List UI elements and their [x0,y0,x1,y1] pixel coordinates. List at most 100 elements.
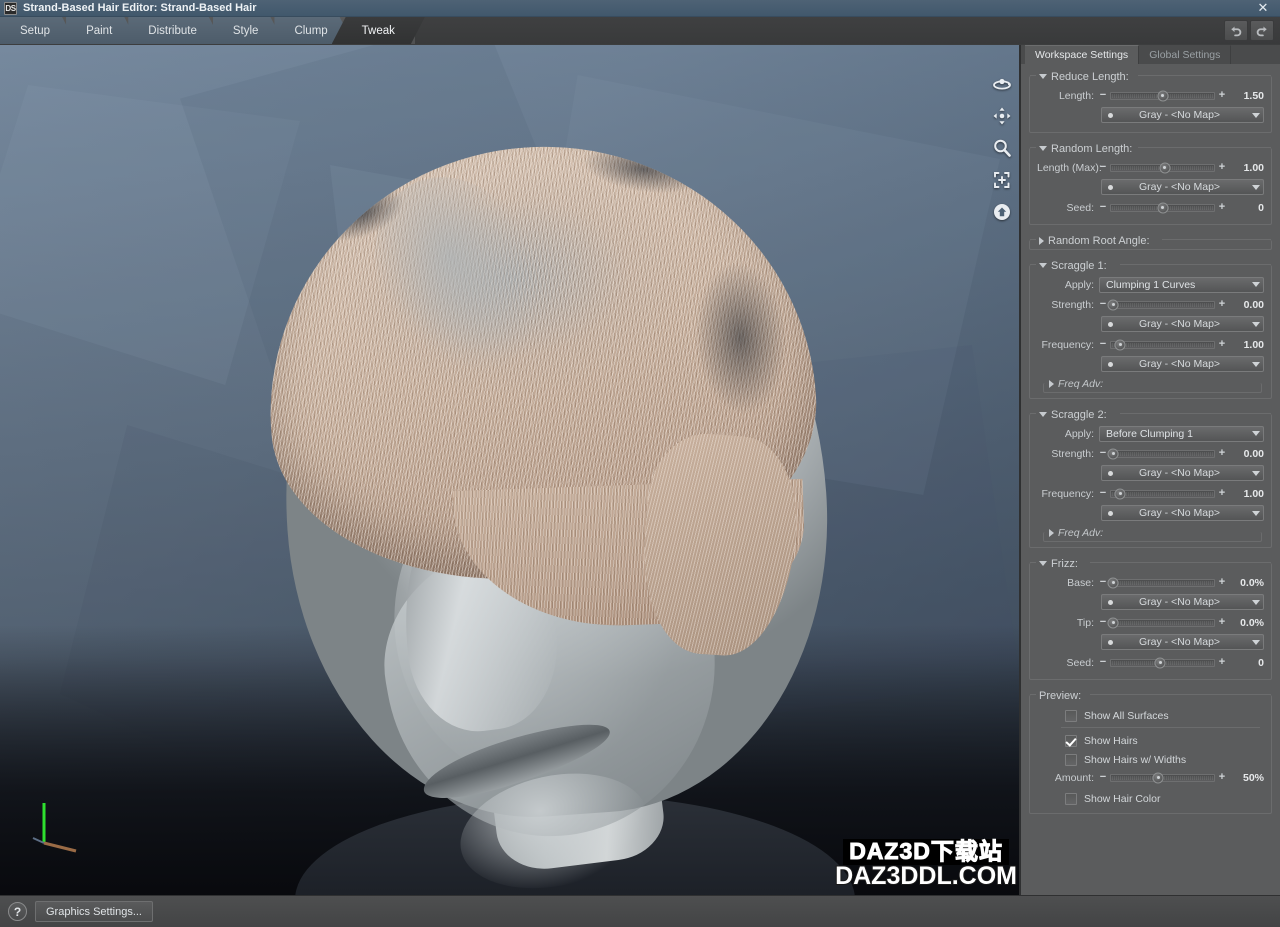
decrement-button[interactable]: − [1099,488,1107,499]
decrement-button[interactable]: − [1099,617,1107,628]
checkbox[interactable] [1065,793,1077,805]
decrement-button[interactable]: − [1099,202,1107,213]
checkbox-row-show-hairs-w-widths[interactable]: Show Hairs w/ Widths [1037,750,1264,769]
slider-knob[interactable] [1153,772,1164,783]
zoom-camera-button[interactable] [991,137,1013,159]
panel-tab-workspace-settings[interactable]: Workspace Settings [1025,45,1139,64]
increment-button[interactable]: + [1218,488,1226,499]
checkbox-row-show-hair-color[interactable]: Show Hair Color [1037,789,1264,808]
slider-knob[interactable] [1157,90,1168,101]
map-selector[interactable]: Gray - <No Map> [1101,594,1264,610]
slider-track[interactable] [1110,450,1215,458]
group-header-random-length[interactable]: Random Length: [1033,141,1268,156]
slider-control[interactable]: −+ [1099,772,1226,783]
slider-control[interactable]: −+ [1099,299,1226,310]
slider-track[interactable] [1110,774,1215,782]
group-header-frizz[interactable]: Frizz: [1033,556,1268,571]
increment-button[interactable]: + [1218,617,1226,628]
slider-knob[interactable] [1115,488,1126,499]
increment-button[interactable]: + [1218,90,1226,101]
slider-control[interactable]: −+ [1099,488,1226,499]
chevron-right-icon[interactable] [1049,529,1054,537]
slider-control[interactable]: −+ [1099,162,1226,173]
slider-control[interactable]: −+ [1099,90,1226,101]
chevron-right-icon[interactable] [1039,237,1044,245]
help-button[interactable]: ? [8,902,27,921]
chevron-right-icon[interactable] [1049,380,1054,388]
slider-control[interactable]: −+ [1099,577,1226,588]
increment-button[interactable]: + [1218,299,1226,310]
slider-track[interactable] [1110,659,1215,667]
decrement-button[interactable]: − [1099,162,1107,173]
group-header-scraggle-2[interactable]: Scraggle 2: [1033,407,1268,422]
slider-control[interactable]: −+ [1099,657,1226,668]
chevron-down-icon[interactable] [1039,74,1047,79]
slider-control[interactable]: −+ [1099,448,1226,459]
redo-button[interactable] [1250,20,1274,41]
slider-value[interactable]: 1.50 [1226,90,1264,102]
apply-dropdown[interactable]: Before Clumping 1 [1099,426,1264,442]
slider-value[interactable]: 50% [1226,772,1264,784]
map-selector[interactable]: Gray - <No Map> [1101,356,1264,372]
slider-track[interactable] [1110,92,1215,100]
wizard-tab-setup[interactable]: Setup [0,17,76,44]
slider-track[interactable] [1110,164,1215,172]
slider-value[interactable]: 0.00 [1226,299,1264,311]
checkbox[interactable] [1065,710,1077,722]
decrement-button[interactable]: − [1099,90,1107,101]
slider-knob[interactable] [1108,448,1119,459]
wizard-tab-distribute[interactable]: Distribute [128,17,223,44]
map-selector[interactable]: Gray - <No Map> [1101,316,1264,332]
decrement-button[interactable]: − [1099,448,1107,459]
checkbox-row-show-all-surfaces[interactable]: Show All Surfaces [1037,706,1264,725]
slider-track[interactable] [1110,579,1215,587]
group-header-reduce-length[interactable]: Reduce Length: [1033,69,1268,84]
decrement-button[interactable]: − [1099,339,1107,350]
map-selector[interactable]: Gray - <No Map> [1101,505,1264,521]
slider-control[interactable]: −+ [1099,617,1226,628]
slider-value[interactable]: 0.0% [1226,617,1264,629]
slider-control[interactable]: −+ [1099,202,1226,213]
graphics-settings-button[interactable]: Graphics Settings... [35,901,153,922]
3d-viewport[interactable]: DAZ3D下载站 DAZ3DDL.COM [0,45,1020,895]
slider-value[interactable]: 0 [1226,657,1264,669]
slider-knob[interactable] [1108,617,1119,628]
increment-button[interactable]: + [1218,448,1226,459]
slider-knob[interactable] [1108,577,1119,588]
slider-knob[interactable] [1155,657,1166,668]
slider-track[interactable] [1110,204,1215,212]
subgroup-header[interactable]: Freq Adv: [1043,525,1262,540]
orbit-camera-button[interactable] [991,73,1013,95]
slider-control[interactable]: −+ [1099,339,1226,350]
group-header-scraggle-1[interactable]: Scraggle 1: [1033,258,1268,273]
decrement-button[interactable]: − [1099,577,1107,588]
frame-selection-button[interactable] [991,169,1013,191]
pan-camera-button[interactable] [991,105,1013,127]
wizard-tab-paint[interactable]: Paint [66,17,138,44]
group-header-random-root-angle[interactable]: Random Root Angle: [1033,233,1268,248]
slider-value[interactable]: 0.00 [1226,448,1264,460]
slider-track[interactable] [1110,301,1215,309]
slider-value[interactable]: 0.0% [1226,577,1264,589]
slider-value[interactable]: 1.00 [1226,488,1264,500]
home-view-button[interactable] [991,201,1013,223]
slider-knob[interactable] [1115,339,1126,350]
decrement-button[interactable]: − [1099,657,1107,668]
increment-button[interactable]: + [1218,657,1226,668]
slider-track[interactable] [1110,619,1215,627]
slider-track[interactable] [1110,490,1215,498]
wizard-tab-tweak[interactable]: Tweak [332,17,425,44]
undo-button[interactable] [1224,20,1248,41]
slider-value[interactable]: 1.00 [1226,339,1264,351]
chevron-down-icon[interactable] [1039,146,1047,151]
increment-button[interactable]: + [1218,339,1226,350]
increment-button[interactable]: + [1218,162,1226,173]
map-selector[interactable]: Gray - <No Map> [1101,107,1264,123]
apply-dropdown[interactable]: Clumping 1 Curves [1099,277,1264,293]
wizard-tab-style[interactable]: Style [213,17,285,44]
checkbox-row-show-hairs[interactable]: Show Hairs [1037,731,1264,750]
chevron-down-icon[interactable] [1039,412,1047,417]
slider-value[interactable]: 0 [1226,202,1264,214]
map-selector[interactable]: Gray - <No Map> [1101,634,1264,650]
subgroup-header[interactable]: Freq Adv: [1043,376,1262,391]
